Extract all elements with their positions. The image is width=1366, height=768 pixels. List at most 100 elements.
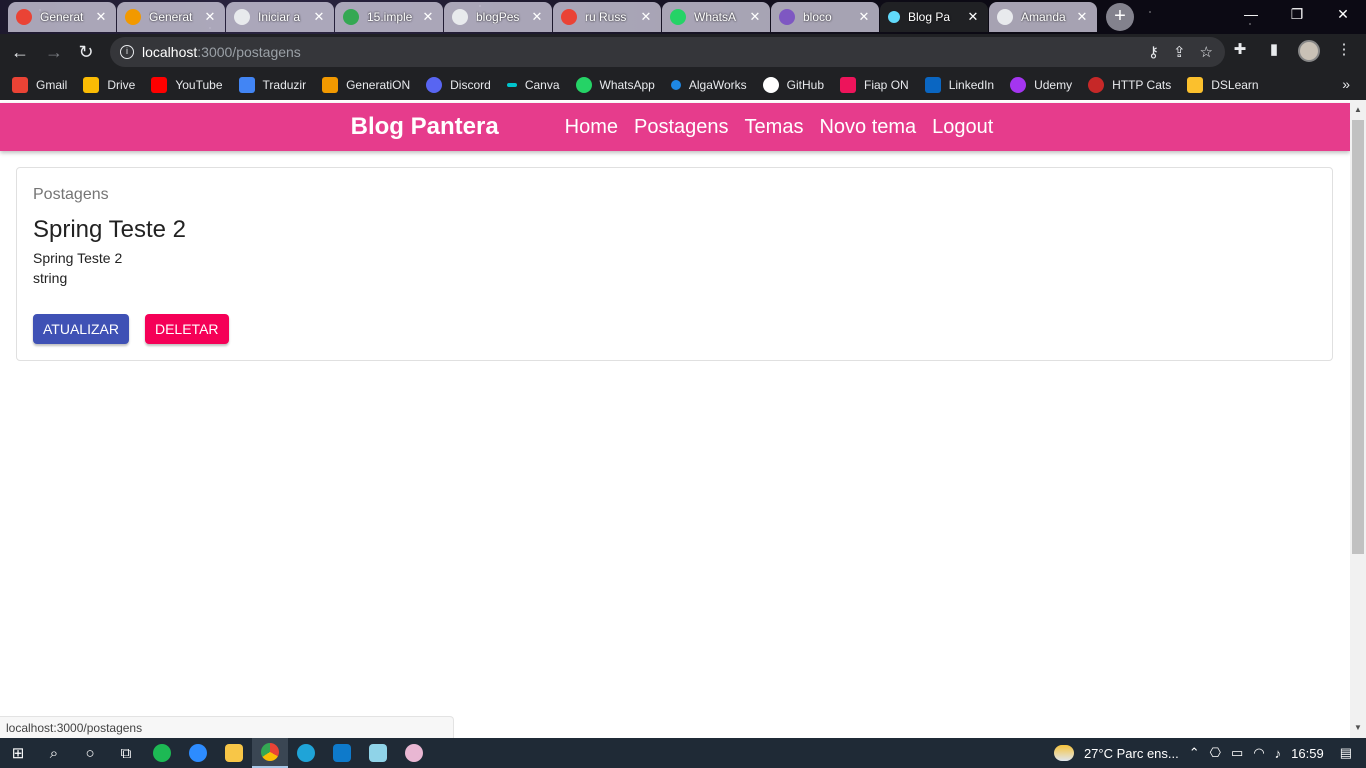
- paint-icon[interactable]: [396, 738, 432, 768]
- tab-title: ru Russ: [585, 10, 627, 24]
- new-tab-button[interactable]: +: [1106, 3, 1134, 31]
- update-button[interactable]: atualizar: [33, 314, 129, 344]
- bookmark-youtube[interactable]: YouTube: [151, 77, 223, 93]
- weather-text[interactable]: 27°C Parc ens...: [1084, 746, 1179, 761]
- close-tab-icon[interactable]: ✕: [530, 9, 544, 25]
- vscode-icon[interactable]: [324, 738, 360, 768]
- bookmarks-bar: Gmail Drive YouTube Traduzir GeneratiON …: [0, 70, 1366, 100]
- link-status-bar: localhost:3000/postagens: [0, 716, 454, 738]
- battery-icon[interactable]: ▭: [1231, 745, 1243, 761]
- browser-tab[interactable]: WhatsA ✕: [662, 2, 770, 32]
- nav-home[interactable]: Home: [565, 116, 618, 139]
- meet-now-icon[interactable]: ⎔: [1210, 745, 1221, 761]
- close-tab-icon[interactable]: ✕: [421, 9, 435, 25]
- notifications-icon[interactable]: ▤: [1340, 745, 1352, 761]
- close-window-icon[interactable]: ✕: [1320, 0, 1366, 30]
- chevron-up-icon[interactable]: ⌃: [1189, 745, 1200, 761]
- close-tab-icon[interactable]: ✕: [312, 9, 326, 25]
- close-tab-icon[interactable]: ✕: [748, 9, 762, 25]
- browser-tab[interactable]: Generat ✕: [117, 2, 225, 32]
- key-icon[interactable]: ⚷: [1148, 43, 1159, 61]
- zoom-icon[interactable]: [180, 738, 216, 768]
- reload-icon[interactable]: ↻: [74, 40, 98, 64]
- bookmark-label: Fiap ON: [864, 78, 909, 92]
- task-view-icon[interactable]: ⧉: [108, 738, 144, 768]
- post-card: Postagens Spring Teste 2 Spring Teste 2 …: [16, 167, 1333, 361]
- bookmarks-overflow-icon[interactable]: »: [1342, 76, 1350, 92]
- browser-tab[interactable]: 15.imple ✕: [335, 2, 443, 32]
- wifi-icon[interactable]: ◠: [1253, 745, 1264, 761]
- bookmark-linkedin[interactable]: LinkedIn: [924, 77, 994, 93]
- bookmark-label: GitHub: [786, 78, 825, 92]
- youtube-icon: [151, 77, 168, 93]
- minimize-icon[interactable]: —: [1228, 0, 1274, 30]
- close-tab-icon[interactable]: ✕: [203, 9, 217, 25]
- scroll-down-icon[interactable]: ▼: [1350, 720, 1366, 736]
- browser-tab[interactable]: ru Russ ✕: [553, 2, 661, 32]
- side-panel-icon[interactable]: ▮: [1264, 40, 1284, 60]
- nav-postagens[interactable]: Postagens: [634, 116, 729, 139]
- bookmark-canva[interactable]: Canva: [506, 78, 560, 92]
- whatsapp-icon: [575, 77, 592, 93]
- address-bar[interactable]: i localhost:3000/postagens ⚷ ⇪ ☆: [110, 37, 1225, 67]
- close-tab-icon[interactable]: ✕: [1075, 9, 1089, 25]
- tab-title: Generat: [40, 10, 84, 24]
- bookmark-github[interactable]: GitHub: [762, 77, 825, 93]
- file-explorer-icon[interactable]: [216, 738, 252, 768]
- chrome-icon[interactable]: [252, 738, 288, 768]
- edge-icon[interactable]: [288, 738, 324, 768]
- tab-title: blogPes: [476, 10, 520, 24]
- bookmark-dslearn[interactable]: DSLearn: [1187, 77, 1259, 93]
- nav-logout[interactable]: Logout: [932, 116, 993, 139]
- profile-avatar[interactable]: [1298, 40, 1320, 62]
- delete-button[interactable]: deletar: [144, 314, 229, 344]
- bookmark-generation[interactable]: GeneratiON: [322, 77, 410, 93]
- forward-arrow-icon[interactable]: →: [42, 40, 66, 64]
- bookmark-discord[interactable]: Discord: [426, 77, 491, 93]
- close-tab-icon[interactable]: ✕: [639, 9, 653, 25]
- puzzle-icon[interactable]: ✚: [1230, 40, 1250, 60]
- star-icon[interactable]: ☆: [1200, 43, 1213, 61]
- nav-novo-tema[interactable]: Novo tema: [819, 116, 916, 139]
- bookmark-http-cats[interactable]: HTTP Cats: [1088, 77, 1171, 93]
- clock[interactable]: 16:59: [1291, 746, 1324, 761]
- spotify-icon[interactable]: [144, 738, 180, 768]
- bookmark-drive[interactable]: Drive: [83, 77, 135, 93]
- cloud-icon: [322, 77, 339, 93]
- notepad-icon[interactable]: [360, 738, 396, 768]
- post-text-line: Spring Teste 2: [33, 250, 123, 266]
- cortana-icon[interactable]: ○: [72, 738, 108, 768]
- card-actions: atualizar deletar: [33, 314, 1316, 344]
- page-scrollbar[interactable]: ▲ ▼: [1350, 100, 1366, 738]
- browser-tab[interactable]: Amanda ✕: [989, 2, 1097, 32]
- close-tab-icon[interactable]: ✕: [966, 9, 980, 25]
- browser-tab[interactable]: blogPes ✕: [444, 2, 552, 32]
- browser-toolbar: ← → ↻ i localhost:3000/postagens ⚷ ⇪ ☆ ✚…: [0, 34, 1366, 70]
- nav-temas[interactable]: Temas: [745, 116, 804, 139]
- back-arrow-icon[interactable]: ←: [8, 40, 32, 64]
- bookmark-whatsapp[interactable]: WhatsApp: [575, 77, 655, 93]
- close-tab-icon[interactable]: ✕: [857, 9, 871, 25]
- scroll-up-icon[interactable]: ▲: [1350, 102, 1366, 118]
- scrollbar-thumb[interactable]: [1352, 120, 1364, 554]
- bookmark-traduzir[interactable]: Traduzir: [238, 77, 306, 93]
- system-tray: 27°C Parc ens... ⌃ ⎔ ▭ ◠ ♪ 16:59 ▤: [1053, 738, 1366, 768]
- bookmark-udemy[interactable]: Udemy: [1010, 77, 1072, 93]
- site-info-icon[interactable]: i: [120, 45, 134, 59]
- github-favicon-icon: [452, 9, 468, 25]
- bookmark-algaworks[interactable]: AlgaWorks: [670, 78, 747, 92]
- browser-tab-active[interactable]: Blog Pa ✕: [880, 2, 988, 32]
- restore-icon[interactable]: ❐: [1274, 0, 1320, 30]
- close-tab-icon[interactable]: ✕: [94, 9, 108, 25]
- menu-kebab-icon[interactable]: ⋮: [1334, 40, 1354, 60]
- share-icon[interactable]: ⇪: [1173, 43, 1186, 61]
- volume-icon[interactable]: ♪: [1275, 746, 1282, 761]
- weather-icon[interactable]: [1053, 745, 1074, 761]
- bookmark-gmail[interactable]: Gmail: [12, 77, 67, 93]
- bookmark-fiap[interactable]: Fiap ON: [840, 77, 909, 93]
- browser-tab[interactable]: Generat ✕: [8, 2, 116, 32]
- search-icon[interactable]: ⌕: [36, 738, 72, 768]
- windows-start-icon[interactable]: ⊞: [0, 738, 36, 768]
- browser-tab[interactable]: bloco ✕: [771, 2, 879, 32]
- browser-tab[interactable]: Iniciar a ✕: [226, 2, 334, 32]
